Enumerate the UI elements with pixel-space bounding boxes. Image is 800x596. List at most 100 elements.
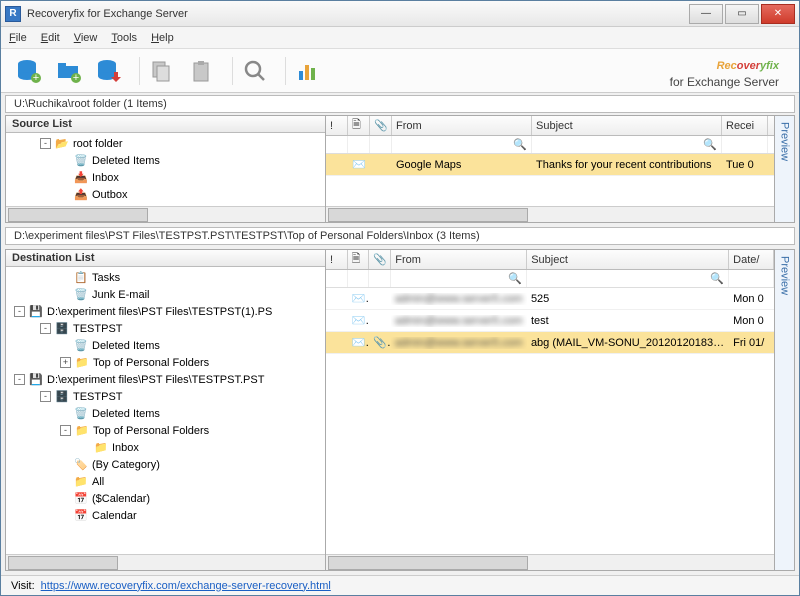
tree-item[interactable]: -🗄️TESTPST [10, 388, 321, 405]
tree-item[interactable]: -💾D:\experiment files\PST Files\TESTPST.… [10, 371, 321, 388]
tree-item[interactable]: 📥Inbox [10, 169, 321, 186]
expand-toggle[interactable]: - [60, 425, 71, 436]
search-subject-icon[interactable]: 🔍 [532, 136, 722, 153]
col-item-type[interactable]: 🗎 [348, 116, 370, 135]
menu-tools[interactable]: Tools [111, 32, 137, 44]
cell-date: Tue 0 [722, 159, 768, 171]
source-preview-tab[interactable]: Preview [774, 116, 794, 222]
tree-item[interactable]: 📁Inbox [10, 439, 321, 456]
cell-from: admin@www.server5.com [391, 293, 527, 305]
dest-message-list: ! 🗎 📎 From Subject Date/ 🔍 🔍 ✉️admin@www… [326, 250, 774, 570]
message-row[interactable]: ✉️admin@www.server5.com525Mon 0 [326, 288, 774, 310]
source-tree[interactable]: -📂root folder🗑️Deleted Items📥Inbox📤Outbo… [6, 133, 325, 206]
toolbar-report-button[interactable] [292, 55, 324, 87]
toolbar-copy-button[interactable] [146, 55, 178, 87]
menu-view[interactable]: View [74, 32, 98, 44]
menubar: File Edit View Tools Help [1, 27, 799, 49]
dest-preview-tab[interactable]: Preview [774, 250, 794, 570]
store-icon: 🗄️ [54, 390, 70, 404]
toolbar-add-folder-button[interactable]: + [53, 55, 85, 87]
message-row[interactable]: ✉️📎admin@www.server5.comabg (MAIL_VM-SON… [326, 332, 774, 354]
dest-list-hscrollbar[interactable] [326, 554, 774, 570]
col-importance[interactable]: ! [326, 116, 348, 135]
tree-item[interactable]: 🗑️Deleted Items [10, 405, 321, 422]
expand-toggle[interactable]: - [14, 306, 25, 317]
dest-list-title: Destination List [6, 250, 325, 267]
col-importance[interactable]: ! [326, 250, 348, 269]
tree-item-label: TESTPST [73, 323, 123, 335]
maximize-button[interactable]: ▭ [725, 4, 759, 24]
col-item-type[interactable]: 🗎 [348, 250, 370, 269]
tree-item-label: Top of Personal Folders [93, 425, 209, 437]
dest-tree[interactable]: 📋Tasks🗑️Junk E-mail-💾D:\experiment files… [6, 267, 325, 554]
tree-item[interactable]: 🗑️Deleted Items [10, 152, 321, 169]
tree-item[interactable]: 🗑️Deleted Items [10, 337, 321, 354]
junk-icon: 🗑️ [73, 288, 89, 302]
tree-item[interactable]: 📤Outbox [10, 186, 321, 203]
col-from[interactable]: From [392, 116, 532, 135]
svg-text:+: + [73, 72, 79, 84]
close-button[interactable]: ✕ [761, 4, 795, 24]
tree-item-label: Tasks [92, 272, 120, 284]
tree-item[interactable]: 🏷️(By Category) [10, 456, 321, 473]
database-download-icon [96, 58, 122, 84]
dest-hscrollbar[interactable] [6, 554, 325, 570]
tree-item[interactable]: 📅($Calendar) [10, 490, 321, 507]
tree-item[interactable]: -💾D:\experiment files\PST Files\TESTPST(… [10, 303, 321, 320]
tree-item[interactable]: -🗄️TESTPST [10, 320, 321, 337]
database-add-icon: + [16, 58, 42, 84]
toolbar-save-button[interactable] [93, 55, 125, 87]
cell-subject: 525 [527, 293, 729, 305]
app-icon: R [5, 6, 21, 22]
source-search-row: 🔍 🔍 [326, 136, 774, 154]
cell-from: admin@www.server5.com [391, 337, 527, 349]
col-subject[interactable]: Subject [527, 250, 729, 269]
tree-item[interactable]: +📁Top of Personal Folders [10, 354, 321, 371]
minimize-button[interactable]: — [689, 4, 723, 24]
toolbar-separator [285, 57, 286, 85]
message-row[interactable]: ✉️Google MapsThanks for your recent cont… [326, 154, 774, 176]
copy-icon [150, 59, 174, 83]
tree-item[interactable]: 📅Calendar [10, 507, 321, 524]
message-row[interactable]: ✉️admin@www.server5.comtestMon 0 [326, 310, 774, 332]
mail-icon: ✉️ [352, 337, 370, 349]
folder-icon: 📁 [74, 424, 90, 438]
source-hscrollbar[interactable] [6, 206, 325, 222]
toolbar-add-source-button[interactable]: + [13, 55, 45, 87]
toolbar-separator [232, 57, 233, 85]
expand-toggle[interactable]: + [60, 357, 71, 368]
search-from-icon[interactable]: 🔍 [391, 270, 527, 287]
menu-help[interactable]: Help [151, 32, 174, 44]
source-tree-pane: Source List -📂root folder🗑️Deleted Items… [6, 116, 326, 222]
tree-item[interactable]: 📋Tasks [10, 269, 321, 286]
col-subject[interactable]: Subject [532, 116, 722, 135]
tree-item[interactable]: 📁All [10, 473, 321, 490]
expand-toggle[interactable]: - [40, 138, 51, 149]
search-from-icon[interactable]: 🔍 [392, 136, 532, 153]
expand-toggle[interactable]: - [40, 323, 51, 334]
toolbar-paste-button[interactable] [186, 55, 218, 87]
source-list-hscrollbar[interactable] [326, 206, 774, 222]
tree-item-label: Outbox [92, 189, 127, 201]
expand-toggle[interactable]: - [14, 374, 25, 385]
mail-icon: ✉️ [352, 159, 366, 171]
menu-edit[interactable]: Edit [41, 32, 60, 44]
tree-item-label: ($Calendar) [92, 493, 150, 505]
menu-file[interactable]: File [9, 32, 27, 44]
tree-item[interactable]: -📂root folder [10, 135, 321, 152]
expand-toggle[interactable]: - [40, 391, 51, 402]
folder-icon: 📁 [93, 441, 109, 455]
tree-item[interactable]: 🗑️Junk E-mail [10, 286, 321, 303]
col-attachment[interactable]: 📎 [370, 116, 392, 135]
col-attachment[interactable]: 📎 [369, 250, 391, 269]
col-received[interactable]: Recei [722, 116, 768, 135]
visit-link[interactable]: https://www.recoveryfix.com/exchange-ser… [41, 580, 331, 592]
search-subject-icon[interactable]: 🔍 [527, 270, 729, 287]
deleted-icon: 🗑️ [73, 407, 89, 421]
toolbar-search-button[interactable] [239, 55, 271, 87]
col-from[interactable]: From [391, 250, 527, 269]
tree-item-label: (By Category) [92, 459, 160, 471]
tree-item[interactable]: -📁Top of Personal Folders [10, 422, 321, 439]
cell-date: Fri 01/ [729, 337, 774, 349]
col-date[interactable]: Date/ [729, 250, 774, 269]
